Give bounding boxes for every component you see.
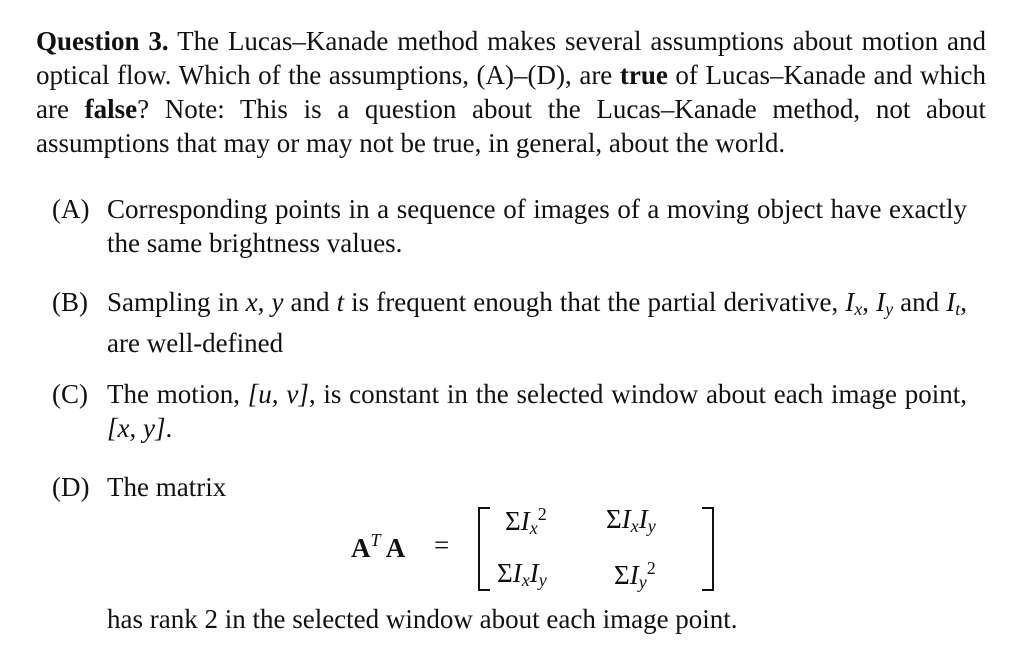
matrix-cell-12: ΣIxIy xyxy=(606,504,656,536)
item-d-text: The matrix xyxy=(107,472,227,502)
question-heading: Question 3. xyxy=(36,26,169,56)
item-a: (A) Corresponding points in a sequence o… xyxy=(52,192,972,262)
equals-sign: = xyxy=(434,530,450,560)
item-b: (B) Sampling in x, y and t is frequent e… xyxy=(52,285,972,358)
item-d-label: (D) xyxy=(52,472,90,502)
question-paragraph: Question 3. The Lucas–Kanade method make… xyxy=(36,24,986,160)
matrix-cell-11: ΣIx2 xyxy=(505,504,547,538)
matrix-lhs: AT A xyxy=(351,530,406,563)
matrix-cell-22: ΣIy2 xyxy=(614,558,656,592)
right-bracket xyxy=(702,507,714,591)
closing-text: has rank 2 in the selected window about … xyxy=(107,604,738,634)
question-outro: ? Note: This is a question about the Luc… xyxy=(36,94,986,158)
false-word: false xyxy=(84,94,138,124)
item-c-text: The motion, [u, v], is constant in the s… xyxy=(107,379,967,443)
item-a-text: Corresponding points in a sequence of im… xyxy=(107,194,967,258)
true-word: true xyxy=(619,60,668,90)
item-c: (C) The motion, [u, v], is constant in t… xyxy=(52,377,972,447)
item-a-label: (A) xyxy=(52,194,90,224)
left-bracket xyxy=(478,507,490,591)
item-d: (D) The matrix xyxy=(52,470,972,504)
item-b-label: (B) xyxy=(52,287,88,317)
item-c-label: (C) xyxy=(52,379,88,409)
item-b-text: Sampling in x, y and t is frequent enoug… xyxy=(107,287,968,358)
matrix-cell-21: ΣIxIy xyxy=(497,558,547,590)
